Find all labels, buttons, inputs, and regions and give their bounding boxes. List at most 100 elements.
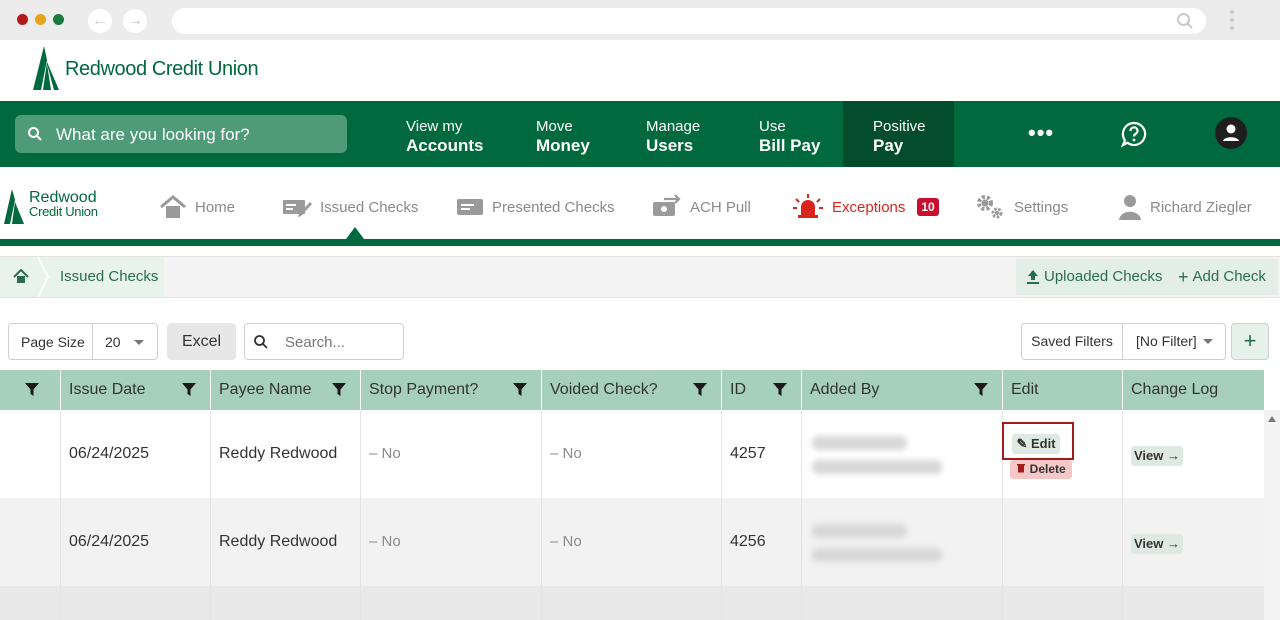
nav-line1: Manage	[646, 118, 701, 135]
added-by-cell	[802, 586, 1003, 620]
excel-export-button[interactable]: Excel	[167, 323, 236, 360]
scroll-up-arrow-icon[interactable]	[1268, 416, 1276, 422]
brand-name: Redwood Credit Union	[65, 58, 259, 80]
back-arrow-icon[interactable]: ←	[88, 9, 112, 33]
global-search-placeholder: What are you looking for?	[56, 125, 250, 144]
redacted-name	[812, 524, 907, 538]
browser-menu-icon[interactable]	[1230, 10, 1236, 34]
nav-line1: Use	[759, 118, 786, 135]
nav-line2: Money	[536, 136, 590, 155]
add-check-button[interactable]: + Add Check	[1168, 259, 1278, 295]
add-check-label: Add Check	[1192, 268, 1266, 285]
delete-check-button[interactable]: Delete	[1010, 460, 1072, 479]
filter-icon[interactable]	[25, 383, 39, 397]
account-avatar[interactable]	[1215, 117, 1247, 149]
check-card-icon	[457, 199, 483, 215]
global-search-input[interactable]: What are you looking for?	[15, 115, 347, 153]
positive-pay-navigation: Redwood Credit Union Home Issued Checks …	[0, 167, 1280, 239]
uploaded-checks-button[interactable]: Uploaded Checks	[1016, 259, 1173, 295]
exceptions-count-badge: 10	[917, 198, 939, 216]
filter-icon[interactable]	[773, 383, 787, 397]
saved-filters-button[interactable]: Saved Filters	[1021, 323, 1123, 360]
filter-icon[interactable]	[513, 383, 527, 397]
table-row: 06/24/2025 Reddy Redwood – No – No 4256	[0, 498, 1264, 586]
nav-line2: Users	[646, 136, 694, 155]
nav-line2: Bill Pay	[759, 136, 821, 155]
filter-icon[interactable]	[693, 383, 707, 397]
sub-nav-exceptions[interactable]: Exceptions 10	[792, 191, 939, 223]
column-header-stop-payment[interactable]: Stop Payment?	[361, 370, 542, 410]
row-select-cell	[0, 586, 61, 620]
column-header-label: Stop Payment?	[369, 381, 479, 398]
change-log-cell	[1123, 586, 1264, 620]
voided-check-cell: – No	[542, 410, 722, 498]
edit-cell	[1003, 586, 1123, 620]
column-header-issue-date[interactable]: Issue Date	[61, 370, 211, 410]
issue-date-cell	[61, 586, 211, 620]
home-icon	[13, 269, 29, 283]
minimize-window-dot[interactable]	[35, 14, 46, 25]
redwood-tree-logo-icon	[4, 189, 24, 224]
close-window-dot[interactable]	[17, 14, 28, 25]
user-icon	[1119, 195, 1141, 220]
sub-nav-issued-checks[interactable]: Issued Checks	[282, 191, 418, 223]
sub-nav-home[interactable]: Home	[159, 191, 235, 223]
breadcrumb-home[interactable]	[0, 257, 38, 297]
brand-line2: Credit Union	[29, 204, 98, 219]
edit-cell	[1003, 498, 1123, 586]
table-search-input[interactable]: Search...	[244, 323, 404, 360]
nav-bill-pay[interactable]: Use Bill Pay	[759, 118, 820, 156]
row-select-cell	[0, 498, 61, 586]
forward-arrow-icon[interactable]: →	[123, 9, 147, 33]
redacted-email	[812, 548, 942, 562]
sub-nav-label: ACH Pull	[690, 198, 751, 216]
change-log-view-button[interactable]: View →	[1131, 446, 1183, 466]
filter-icon[interactable]	[182, 383, 196, 397]
filter-icon[interactable]	[974, 383, 988, 397]
stop-payment-cell	[361, 586, 542, 620]
table-row: 06/24/2025 Reddy Redwood – No – No 4257	[0, 410, 1264, 498]
change-log-view-button[interactable]: View →	[1131, 534, 1183, 554]
sub-nav-presented-checks[interactable]: Presented Checks	[456, 191, 615, 223]
plus-icon: +	[1178, 267, 1189, 287]
voided-check-cell: – No	[542, 498, 722, 586]
column-header-voided-check[interactable]: Voided Check?	[542, 370, 722, 410]
filter-select[interactable]: [No Filter]	[1122, 323, 1226, 360]
redwood-tree-logo-icon	[33, 46, 59, 90]
filter-icon[interactable]	[332, 383, 346, 397]
column-header-label: Edit	[1011, 381, 1039, 398]
brand-header: Redwood Credit Union	[0, 40, 1280, 101]
add-filter-button[interactable]: +	[1231, 323, 1269, 360]
breadcrumb-current: Issued Checks	[38, 257, 164, 297]
gear-icon	[977, 195, 1003, 219]
page-size-value: 20	[105, 334, 121, 350]
column-header-payee-name[interactable]: Payee Name	[211, 370, 361, 410]
column-header-filter[interactable]	[0, 370, 61, 410]
nav-move-money[interactable]: Move Money	[536, 118, 590, 156]
table-scrollbar[interactable]	[1264, 410, 1280, 620]
column-header-id[interactable]: ID	[722, 370, 802, 410]
user-icon	[1223, 124, 1239, 141]
table-toolbar: Page Size 20 Excel Search... Saved Filte…	[0, 316, 1280, 370]
alarm-icon	[793, 194, 823, 218]
brand-line1: Redwood	[29, 189, 97, 206]
url-bar[interactable]	[172, 8, 1206, 34]
id-cell: 4256	[722, 498, 802, 586]
sub-nav-ach-pull[interactable]: ACH Pull	[652, 191, 751, 223]
sub-nav-settings[interactable]: Settings	[974, 191, 1068, 223]
issue-date-cell: 06/24/2025	[61, 410, 211, 498]
sub-nav-user-profile[interactable]: Richard Ziegler	[1118, 191, 1252, 223]
maximize-window-dot[interactable]	[53, 14, 64, 25]
column-header-added-by[interactable]: Added By	[802, 370, 1003, 410]
small-brand-logo: Redwood Credit Union	[29, 189, 98, 219]
nav-manage-users[interactable]: Manage Users	[646, 118, 700, 156]
column-header-label: Payee Name	[219, 381, 312, 398]
nav-positive-pay[interactable]: Positive Pay	[873, 118, 926, 156]
page-size-select[interactable]: Page Size 20	[8, 323, 158, 360]
breadcrumb: Issued Checks Uploaded Checks + Add Chec…	[0, 256, 1280, 298]
help-chat-icon[interactable]	[1120, 120, 1148, 148]
more-menu-icon[interactable]: •••	[1028, 122, 1054, 144]
breadcrumb-separator	[37, 257, 50, 297]
main-navigation: What are you looking for? View my Accoun…	[0, 101, 1280, 167]
nav-view-accounts[interactable]: View my Accounts	[406, 118, 483, 156]
